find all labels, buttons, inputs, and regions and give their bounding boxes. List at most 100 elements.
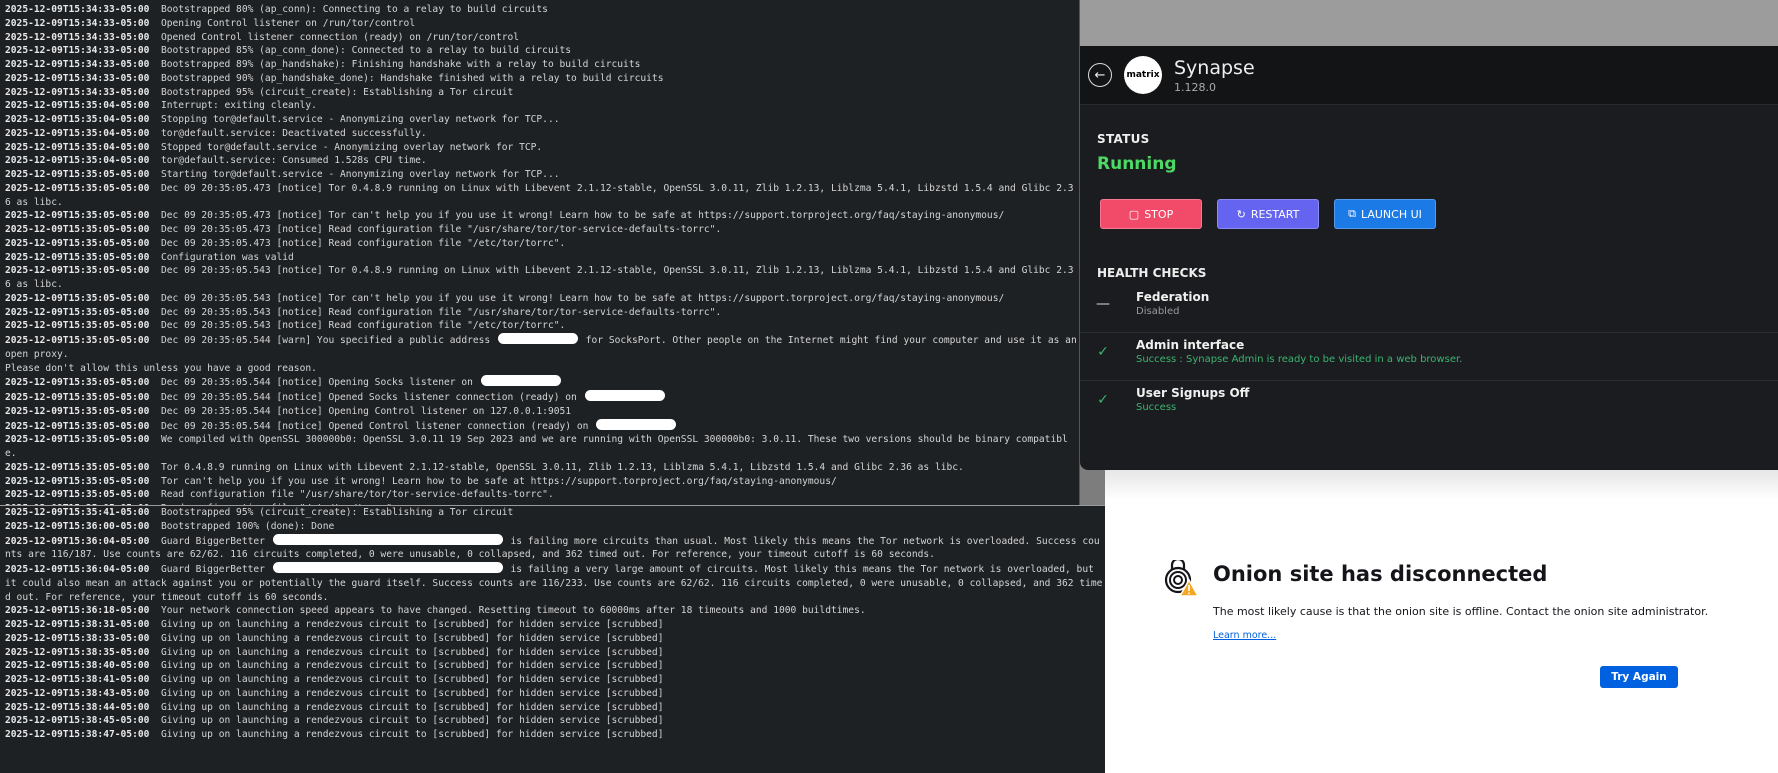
health-check-desc: Disabled	[1136, 306, 1180, 317]
learn-more-link[interactable]: Learn more...	[1213, 630, 1276, 641]
log-message: Giving up on launching a rendezvous circ…	[160, 687, 664, 699]
log-timestamp: 2025-12-09T15:35:05-05:00	[5, 306, 150, 318]
check-icon: ✓	[1097, 344, 1109, 360]
log-timestamp: 2025-12-09T15:35:05-05:00	[5, 237, 150, 249]
status-label: STATUS	[1097, 132, 1150, 146]
log-message: Giving up on launching a rendezvous circ…	[160, 674, 664, 685]
log-timestamp: 2025-12-09T15:36:04-05:00	[5, 535, 150, 547]
redaction-mark	[480, 375, 561, 387]
panel-shadow	[1105, 470, 1778, 500]
log-line: 2025-12-09T15:35:05-05:00 Dec 09 20:35:0…	[5, 306, 1079, 320]
log-message: Dec 09 20:35:05.473 [notice] Tor can't h…	[160, 210, 1005, 222]
health-check-desc: Success	[1136, 402, 1177, 413]
log-message: Giving up on launching a rendezvous circ…	[160, 632, 664, 644]
log-message: Dec 09 20:35:05.543 [notice] Read config…	[160, 320, 566, 332]
log-line: 2025-12-09T15:34:33-05:00 Bootstrapped 8…	[5, 44, 1079, 58]
log-line: 2025-12-09T15:35:05-05:00 Configuration …	[5, 251, 1079, 265]
log-line: 2025-12-09T15:38:40-05:00 Giving up on l…	[5, 659, 1105, 673]
error-message: The most likely cause is that the onion …	[1213, 605, 1709, 618]
log-line: 2025-12-09T15:38:33-05:00 Giving up on l…	[5, 632, 1105, 646]
log-line: 2025-12-09T15:35:05-05:00 Dec 09 20:35:0…	[5, 375, 1079, 390]
log-timestamp: 2025-12-09T15:36:04-05:00	[5, 564, 150, 575]
log-timestamp: 2025-12-09T15:38:45-05:00	[5, 715, 150, 727]
log-line: 2025-12-09T15:38:43-05:00 Giving up on l…	[5, 687, 1105, 701]
restart-label: RESTART	[1250, 207, 1300, 221]
status-value: Running	[1097, 154, 1177, 174]
log-timestamp: 2025-12-09T15:38:40-05:00	[5, 660, 150, 672]
log-line: 2025-12-09T15:38:41-05:00 Giving up on l…	[5, 673, 1105, 687]
log-timestamp: 2025-12-09T15:35:05-05:00	[5, 392, 150, 403]
stop-button[interactable]: ▢ STOP	[1100, 199, 1202, 229]
log-message: Starting tor@default.service - Anonymizi…	[160, 169, 560, 180]
health-check-admin-interface: ✓ Admin interface Success : Synapse Admi…	[1080, 332, 1778, 381]
matrix-logo: matrix	[1124, 56, 1162, 94]
log-line: 2025-12-09T15:34:33-05:00 Bootstrapped 8…	[5, 3, 1079, 17]
log-timestamp: 2025-12-09T15:35:05-05:00	[5, 475, 150, 487]
log-line: 2025-12-09T15:35:05-05:00 Dec 09 20:35:0…	[5, 237, 1079, 251]
log-line: 2025-12-09T15:34:33-05:00 Opened Control…	[5, 31, 1079, 45]
log-timestamp: 2025-12-09T15:34:33-05:00	[5, 45, 150, 57]
redaction-mark	[584, 390, 665, 401]
window-backdrop	[1080, 0, 1778, 46]
terminal-top[interactable]: 2025-12-09T15:34:33-05:00 Bootstrapped 8…	[0, 0, 1080, 505]
log-timestamp: 2025-12-09T15:36:18-05:00	[5, 605, 150, 617]
log-timestamp: 2025-12-09T15:38:31-05:00	[5, 619, 150, 630]
log-timestamp: 2025-12-09T15:35:04-05:00	[5, 100, 150, 112]
action-buttons: ▢ STOP ↻ RESTART ⧉ LAUNCH UI	[1100, 199, 1436, 229]
log-line: 2025-12-09T15:38:45-05:00 Giving up on l…	[5, 714, 1105, 728]
log-timestamp: 2025-12-09T15:35:05-05:00	[5, 182, 150, 194]
health-check-name: Admin interface	[1136, 338, 1245, 352]
log-line: 2025-12-09T15:35:04-05:00 tor@default.se…	[5, 154, 1079, 168]
log-message: Stopped tor@default.service - Anonymizin…	[160, 141, 543, 153]
log-line: 2025-12-09T15:34:33-05:00 Bootstrapped 8…	[5, 58, 1079, 72]
health-check-name: User Signups Off	[1136, 386, 1250, 400]
terminal-bottom[interactable]: 2025-12-09T15:35:41-05:00 Bootstrapped 9…	[0, 506, 1105, 773]
log-timestamp: 2025-12-09T15:34:33-05:00	[5, 59, 150, 70]
log-line: 2025-12-09T15:35:05-05:00 Starting tor@d…	[5, 168, 1079, 182]
log-timestamp: 2025-12-09T15:38:44-05:00	[5, 701, 150, 713]
log-message: Guard BiggerBetter	[160, 535, 265, 547]
log-line: 2025-12-09T15:35:04-05:00 Interrupt: exi…	[5, 99, 1079, 113]
health-check-name: Federation	[1136, 290, 1210, 304]
log-line: 2025-12-09T15:35:05-05:00 Dec 09 20:35:0…	[5, 209, 1079, 223]
log-message: Guard BiggerBetter	[160, 564, 265, 575]
external-link-icon: ⧉	[1348, 207, 1356, 220]
log-timestamp: 2025-12-09T15:35:05-05:00	[5, 210, 150, 222]
log-message: tor@default.service: Consumed 1.528s CPU…	[160, 155, 427, 167]
log-line: 2025-12-09T15:35:05-05:00 Tor 0.4.8.9 ru…	[5, 461, 1079, 475]
launch-ui-button[interactable]: ⧉ LAUNCH UI	[1334, 199, 1436, 229]
log-timestamp: 2025-12-09T15:35:04-05:00	[5, 127, 150, 139]
log-message: Opening Control listener on /run/tor/con…	[160, 17, 416, 29]
log-timestamp: 2025-12-09T15:36:00-05:00	[5, 520, 150, 532]
log-line: 2025-12-09T15:35:05-05:00 Tor can't help…	[5, 475, 1079, 489]
log-line: Please don't allow this unless you have …	[5, 362, 1079, 376]
log-message: Giving up on launching a rendezvous circ…	[160, 646, 664, 658]
log-message: Giving up on launching a rendezvous circ…	[160, 701, 664, 713]
log-line: 2025-12-09T15:35:05-05:00 Dec 09 20:35:0…	[5, 319, 1079, 333]
log-line: 2025-12-09T15:36:00-05:00 Bootstrapped 1…	[5, 520, 1105, 534]
synapse-panel: ← matrix Synapse 1.128.0 STATUS Running …	[1080, 46, 1778, 470]
log-message: Interrupt: exiting cleanly.	[160, 100, 317, 112]
redaction-mark	[596, 418, 677, 430]
onion-warning-icon	[1164, 560, 1200, 597]
log-message: Dec 09 20:35:05.473 [notice] Read config…	[160, 224, 722, 235]
log-timestamp: 2025-12-09T15:35:05-05:00	[5, 489, 150, 501]
log-message: Dec 09 20:35:05.473 [notice] Read config…	[160, 237, 566, 249]
app-title-block: Synapse 1.128.0	[1174, 57, 1255, 94]
stop-icon: ▢	[1128, 207, 1140, 221]
log-timestamp: 2025-12-09T15:38:43-05:00	[5, 687, 150, 699]
log-timestamp: 2025-12-09T15:34:33-05:00	[5, 86, 150, 98]
redaction-mark	[497, 333, 578, 344]
try-again-button[interactable]: Try Again	[1600, 666, 1678, 688]
log-message: We compiled with OpenSSL 300000b0: OpenS…	[5, 434, 1068, 459]
health-check-federation: — Federation Disabled	[1080, 284, 1778, 333]
app-version: 1.128.0	[1174, 80, 1216, 94]
log-message: Opened Control listener connection (read…	[160, 31, 520, 43]
log-line: 2025-12-09T15:35:05-05:00 Dec 09 20:35:0…	[5, 390, 1079, 405]
onion-error-page: Onion site has disconnected The most lik…	[1105, 470, 1778, 773]
log-timestamp: 2025-12-09T15:34:33-05:00	[5, 72, 150, 84]
log-message: Dec 09 20:35:05.473 [notice] Tor 0.4.8.9…	[5, 182, 1074, 208]
restart-button[interactable]: ↻ RESTART	[1217, 199, 1319, 229]
log-message: Giving up on launching a rendezvous circ…	[160, 619, 664, 630]
back-arrow-icon[interactable]: ←	[1088, 63, 1112, 87]
